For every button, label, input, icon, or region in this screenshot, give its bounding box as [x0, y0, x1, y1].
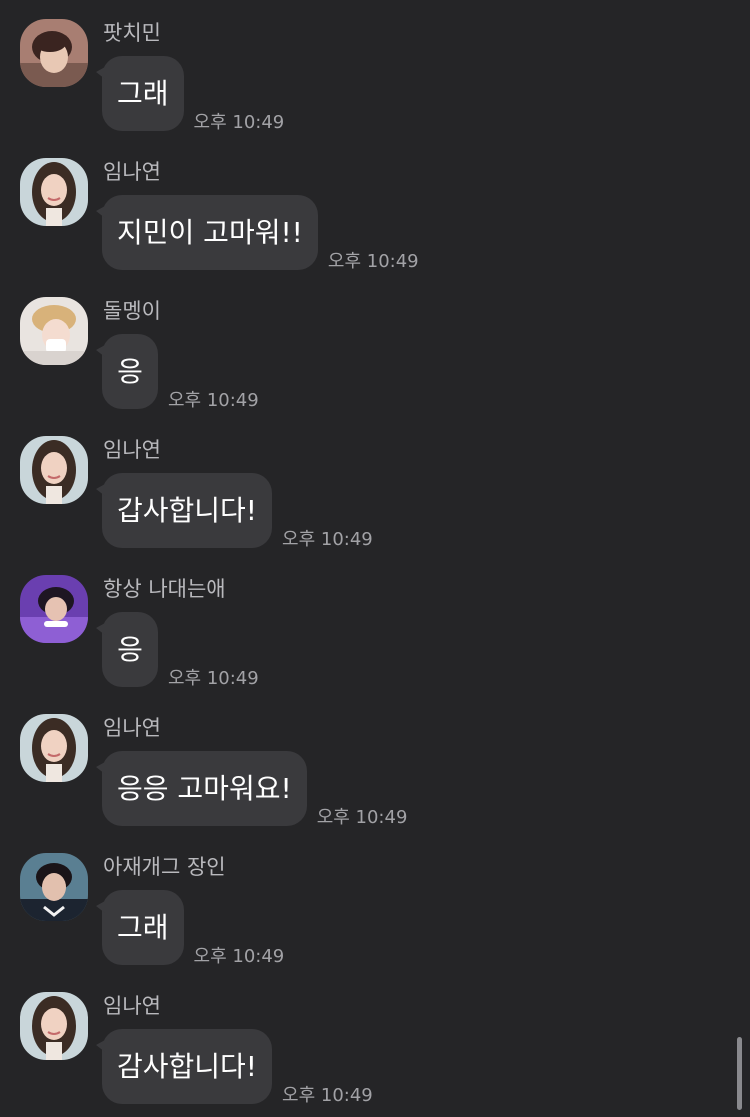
message-timestamp: 오후 10:49	[316, 807, 408, 828]
message-row: 돌멩이 응 오후 10:49	[0, 278, 740, 417]
message-bubble[interactable]: 지민이 고마워!!	[96, 195, 318, 270]
sender-name: 임나연	[103, 994, 161, 1018]
message-timestamp: 오후 10:49	[168, 390, 259, 411]
message-content: 감사합니다! 오후 10:49	[95, 1029, 373, 1106]
avatar-photo-icon	[20, 158, 88, 226]
sender-avatar[interactable]	[20, 714, 88, 782]
message-timestamp: 오후 10:49	[193, 112, 285, 133]
sender-avatar[interactable]	[20, 436, 88, 504]
message-bubble[interactable]: 응	[96, 334, 158, 409]
message-row: 항상 나대는애 응 오후 10:49	[0, 556, 740, 695]
sender-avatar[interactable]	[20, 992, 88, 1060]
message-bubble[interactable]: 갑사합니다!	[95, 473, 273, 548]
avatar-photo-icon	[20, 297, 88, 365]
message-bubble[interactable]: 그래	[96, 890, 184, 965]
message-content: 그래 오후 10:49	[96, 890, 285, 967]
message-row: 임나연 감사합니다! 오후 10:49	[0, 973, 740, 1112]
message-row: 아재개그 장인 그래 오후 10:49	[0, 834, 740, 973]
sender-avatar[interactable]	[20, 853, 88, 921]
sender-avatar[interactable]	[20, 158, 88, 226]
sender-name: 항상 나대는애	[103, 577, 226, 601]
avatar-photo-icon	[20, 436, 88, 504]
sender-avatar[interactable]	[20, 19, 88, 87]
message-content: 지민이 고마워!! 오후 10:49	[96, 195, 419, 272]
message-timestamp: 오후 10:49	[282, 1085, 373, 1106]
scrollbar-thumb[interactable]	[737, 1037, 742, 1110]
avatar-photo-icon	[20, 19, 88, 87]
avatar-photo-icon	[20, 853, 88, 921]
message-timestamp: 오후 10:49	[282, 529, 373, 550]
message-bubble[interactable]: 응	[96, 612, 158, 687]
sender-avatar[interactable]	[20, 575, 88, 643]
message-timestamp: 오후 10:49	[327, 251, 419, 272]
message-row: 임나연 지민이 고마워!! 오후 10:49	[0, 139, 740, 278]
message-content: 응 오후 10:49	[96, 612, 259, 689]
message-row: 팟치민 그래 오후 10:49	[0, 0, 740, 139]
message-timestamp: 오후 10:49	[193, 946, 285, 967]
message-content: 응 오후 10:49	[96, 334, 259, 411]
message-row: 임나연 갑사합니다! 오후 10:49	[0, 417, 740, 556]
sender-name: 임나연	[103, 160, 161, 184]
avatar-photo-icon	[20, 992, 88, 1060]
avatar-photo-icon	[20, 714, 88, 782]
message-bubble[interactable]: 응응 고마워요!	[96, 751, 307, 826]
avatar-photo-icon	[20, 575, 88, 643]
message-content: 응응 고마워요! 오후 10:49	[96, 751, 408, 828]
sender-name: 팟치민	[103, 21, 161, 45]
message-bubble[interactable]: 감사합니다!	[95, 1029, 273, 1104]
sender-name: 임나연	[103, 716, 161, 740]
message-row: 임나연 응응 고마워요! 오후 10:49	[0, 695, 740, 834]
message-timestamp: 오후 10:49	[168, 668, 259, 689]
message-content: 갑사합니다! 오후 10:49	[95, 473, 373, 550]
sender-avatar[interactable]	[20, 297, 88, 365]
message-bubble[interactable]: 그래	[96, 56, 184, 131]
sender-name: 돌멩이	[103, 299, 161, 323]
message-content: 그래 오후 10:49	[96, 56, 285, 133]
chat-message-list[interactable]: 팟치민 그래 오후 10:49 임나연 지민이 고마워!! 오후 10:49 돌…	[0, 0, 750, 1117]
sender-name: 임나연	[103, 438, 161, 462]
sender-name: 아재개그 장인	[103, 855, 226, 879]
